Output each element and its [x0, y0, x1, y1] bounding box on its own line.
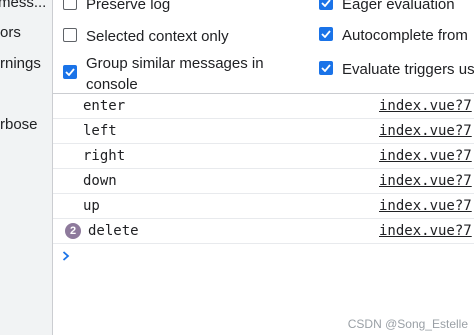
source-link[interactable]: index.vue?7 — [379, 123, 472, 139]
evaluate-triggers-option[interactable]: Evaluate triggers us — [319, 59, 474, 80]
evaluate-triggers-checkbox[interactable] — [319, 61, 333, 75]
selected-context-option[interactable]: Selected context only — [63, 26, 229, 47]
preserve-log-label: Preserve log — [86, 0, 171, 13]
console-message-row: up index.vue?7 — [53, 194, 474, 219]
sidebar-item-warnings[interactable]: rnings — [0, 55, 41, 72]
selected-context-label: Selected context only — [86, 28, 229, 45]
check-icon — [321, 64, 331, 72]
source-link[interactable]: index.vue?7 — [379, 98, 472, 114]
console-settings-panel: Preserve log Selected context only Group… — [53, 0, 474, 94]
console-prompt[interactable] — [62, 249, 70, 265]
sidebar-item-verbose[interactable]: rbose — [0, 116, 38, 133]
console-message-text: enter — [83, 98, 126, 114]
console-message-row: enter index.vue?7 — [53, 94, 474, 119]
selected-context-checkbox[interactable] — [63, 28, 77, 42]
console-message-row: left index.vue?7 — [53, 119, 474, 144]
check-icon — [321, 0, 331, 7]
eager-evaluation-option[interactable]: Eager evaluation — [319, 0, 455, 15]
check-icon — [65, 68, 75, 76]
autocomplete-label: Autocomplete from — [342, 27, 468, 44]
group-similar-label-line2: console — [86, 76, 138, 93]
check-icon — [321, 30, 331, 38]
console-message-text: down — [83, 173, 117, 189]
prompt-chevron-icon — [62, 251, 70, 261]
preserve-log-checkbox[interactable] — [63, 0, 77, 10]
source-link[interactable]: index.vue?7 — [379, 198, 472, 214]
console-message-text: right — [83, 148, 126, 164]
source-link[interactable]: index.vue?7 — [379, 148, 472, 164]
source-link[interactable]: index.vue?7 — [379, 223, 472, 239]
console-sidebar: mess... ors rnings rbose — [0, 0, 53, 335]
console-message-row: right index.vue?7 — [53, 144, 474, 169]
source-link[interactable]: index.vue?7 — [379, 173, 472, 189]
eager-evaluation-checkbox[interactable] — [319, 0, 333, 10]
console-message-row: down index.vue?7 — [53, 169, 474, 194]
group-similar-option[interactable]: Group similar messages in console — [63, 53, 264, 93]
autocomplete-checkbox[interactable] — [319, 27, 333, 41]
sidebar-item-errors[interactable]: ors — [0, 24, 21, 41]
eager-evaluation-label: Eager evaluation — [342, 0, 455, 13]
group-similar-label-line1: Group similar messages in — [86, 55, 264, 72]
console-output: enter index.vue?7 left index.vue?7 right… — [53, 94, 474, 335]
console-message-text: delete — [88, 223, 139, 239]
preserve-log-option[interactable]: Preserve log — [63, 0, 170, 15]
evaluate-triggers-label: Evaluate triggers us — [342, 61, 474, 78]
console-message-row: 2 delete index.vue?7 — [53, 219, 474, 244]
autocomplete-option[interactable]: Autocomplete from — [319, 25, 468, 46]
watermark: CSDN @Song_Estelle — [347, 317, 468, 331]
group-similar-checkbox[interactable] — [63, 65, 77, 79]
group-similar-label: Group similar messages in console — [86, 53, 264, 93]
console-message-text: up — [83, 198, 100, 214]
console-message-text: left — [83, 123, 117, 139]
sidebar-item-messages[interactable]: mess... — [0, 0, 46, 11]
repeat-count-badge: 2 — [65, 223, 81, 239]
